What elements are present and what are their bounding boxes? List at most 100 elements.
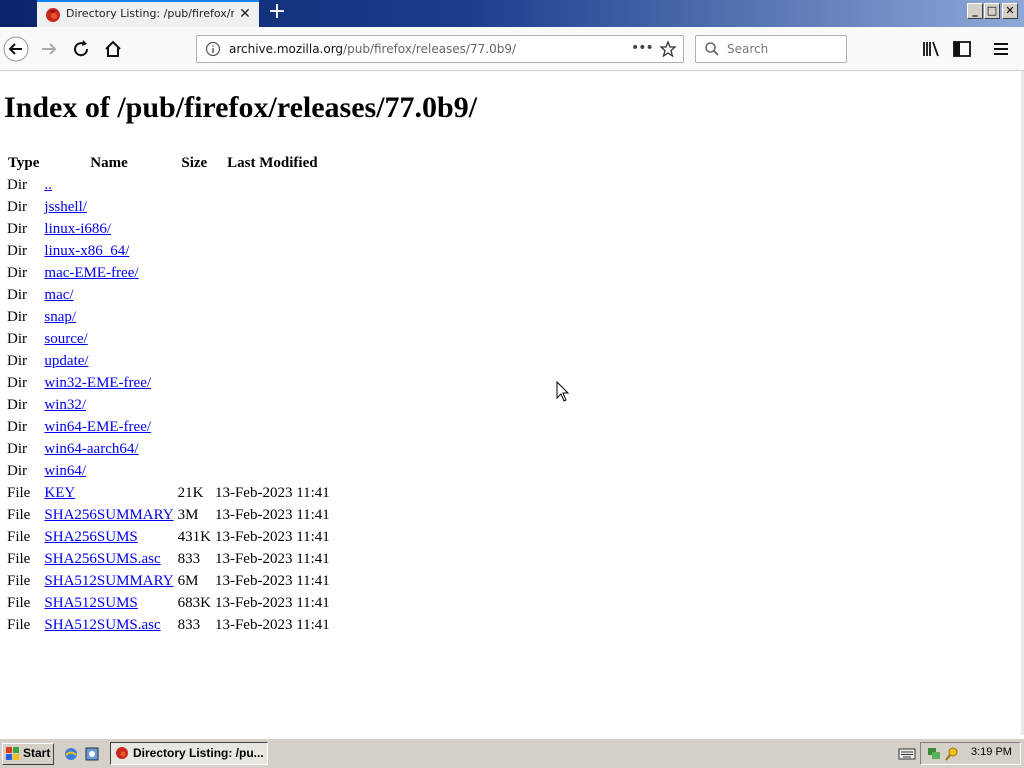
table-row: Dir linux-x86_64/ bbox=[6, 241, 331, 261]
table-row: Dir win32-EME-free/ bbox=[6, 373, 331, 393]
url-host: archive.mozilla.org bbox=[229, 42, 344, 56]
entry-link[interactable]: SHA256SUMMARY bbox=[44, 507, 173, 523]
table-row: Dir win64-EME-free/ bbox=[6, 417, 331, 437]
row-type: Dir bbox=[7, 308, 27, 325]
row-size bbox=[177, 175, 212, 195]
row-last-modified bbox=[214, 175, 331, 195]
column-header-last-modified: Last Modified bbox=[227, 154, 318, 171]
star-icon[interactable] bbox=[659, 40, 677, 58]
search-bar[interactable]: Search bbox=[695, 35, 847, 63]
row-name-cell: SHA256SUMS bbox=[43, 527, 174, 547]
row-name-cell: linux-x86_64/ bbox=[43, 241, 174, 261]
info-icon[interactable] bbox=[205, 41, 221, 57]
tab-title: Directory Listing: /pub/firefox/releases… bbox=[66, 7, 234, 20]
row-size bbox=[177, 219, 212, 239]
table-row: File SHA512SUMS 683K 13-Feb-2023 11:41 bbox=[6, 593, 331, 613]
row-type: File bbox=[7, 616, 31, 633]
table-row: File SHA256SUMS.asc 833 13-Feb-2023 11:41 bbox=[6, 549, 331, 569]
column-header-name: Name bbox=[90, 154, 128, 171]
row-size bbox=[177, 329, 212, 349]
sidebar-icon[interactable] bbox=[949, 36, 975, 62]
row-last-modified bbox=[214, 197, 331, 217]
entry-link[interactable]: win64-aarch64/ bbox=[44, 441, 138, 457]
row-last-modified: 13-Feb-2023 11:41 bbox=[214, 550, 330, 567]
entry-link[interactable]: SHA256SUMS bbox=[44, 529, 137, 545]
windows-logo-icon bbox=[6, 747, 19, 760]
page-content: Index of /pub/firefox/releases/77.0b9/ T… bbox=[0, 71, 1021, 735]
maximize-button[interactable]: □ bbox=[984, 3, 1000, 19]
forward-arrow-icon[interactable] bbox=[36, 36, 62, 62]
new-tab-button[interactable]: + bbox=[266, 1, 288, 24]
row-type: Dir bbox=[7, 176, 27, 193]
url-text[interactable]: archive.mozilla.org/pub/firefox/releases… bbox=[229, 42, 516, 56]
entry-link[interactable]: SHA512SUMMARY bbox=[44, 573, 173, 589]
entry-link[interactable]: mac-EME-free/ bbox=[44, 265, 138, 281]
table-row: Dir snap/ bbox=[6, 307, 331, 327]
row-last-modified bbox=[214, 285, 331, 305]
row-type: File bbox=[7, 594, 31, 611]
row-size bbox=[177, 285, 212, 305]
taskbar-item-firefox[interactable]: Directory Listing: /pu... bbox=[110, 742, 268, 765]
library-icon[interactable] bbox=[918, 36, 944, 62]
search-placeholder: Search bbox=[727, 42, 769, 56]
row-size bbox=[177, 461, 212, 481]
entry-link[interactable]: KEY bbox=[44, 485, 75, 501]
address-bar[interactable]: archive.mozilla.org/pub/firefox/releases… bbox=[196, 35, 684, 63]
hamburger-menu-icon[interactable] bbox=[988, 36, 1014, 62]
entry-link[interactable]: .. bbox=[44, 177, 52, 193]
row-size bbox=[177, 395, 212, 415]
close-window-button[interactable]: ✕ bbox=[1002, 3, 1018, 19]
row-name-cell: win32/ bbox=[43, 395, 174, 415]
home-icon[interactable] bbox=[100, 36, 126, 62]
row-name-cell: linux-i686/ bbox=[43, 219, 174, 239]
table-row: Dir linux-i686/ bbox=[6, 219, 331, 239]
row-name-cell: snap/ bbox=[43, 307, 174, 327]
keyboard-icon[interactable] bbox=[898, 747, 916, 761]
entry-link[interactable]: win64-EME-free/ bbox=[44, 419, 151, 435]
column-header-type: Type bbox=[8, 154, 40, 171]
internet-explorer-icon[interactable] bbox=[63, 746, 79, 762]
table-row: Dir mac/ bbox=[6, 285, 331, 305]
browser-tab[interactable]: Directory Listing: /pub/firefox/releases… bbox=[37, 0, 259, 27]
back-arrow-icon[interactable] bbox=[3, 36, 29, 62]
reload-icon[interactable] bbox=[68, 36, 94, 62]
entry-link[interactable]: source/ bbox=[44, 331, 87, 347]
row-last-modified bbox=[214, 351, 331, 371]
row-size: 683K bbox=[177, 594, 211, 611]
entry-link[interactable]: SHA256SUMS.asc bbox=[44, 551, 160, 567]
start-button[interactable]: Start bbox=[2, 743, 54, 765]
minimize-button[interactable]: _ bbox=[967, 3, 983, 19]
entry-link[interactable]: SHA512SUMS bbox=[44, 595, 137, 611]
entry-link[interactable]: linux-x86_64/ bbox=[44, 243, 129, 259]
table-row: Dir source/ bbox=[6, 329, 331, 349]
entry-link[interactable]: update/ bbox=[44, 353, 88, 369]
entry-link[interactable]: win64/ bbox=[44, 463, 86, 479]
row-name-cell: win64/ bbox=[43, 461, 174, 481]
entry-link[interactable]: jsshell/ bbox=[44, 199, 87, 215]
close-tab-icon[interactable]: ✕ bbox=[237, 5, 253, 23]
entry-link[interactable]: linux-i686/ bbox=[44, 221, 111, 237]
row-name-cell: update/ bbox=[43, 351, 174, 371]
row-type: Dir bbox=[7, 352, 27, 369]
entry-link[interactable]: mac/ bbox=[44, 287, 73, 303]
table-row: File SHA512SUMS.asc 833 13-Feb-2023 11:41 bbox=[6, 615, 331, 635]
row-type: File bbox=[7, 550, 31, 567]
row-name-cell: mac/ bbox=[43, 285, 174, 305]
entry-link[interactable]: win32/ bbox=[44, 397, 86, 413]
directory-table: Type Name Size Last Modified Dir.. Dir jss… bbox=[4, 151, 333, 637]
magnifier-icon[interactable] bbox=[945, 746, 959, 761]
entry-link[interactable]: snap/ bbox=[44, 309, 76, 325]
network-icon[interactable] bbox=[927, 746, 941, 761]
navigation-toolbar: archive.mozilla.org/pub/firefox/releases… bbox=[0, 27, 1024, 71]
row-size: 833 bbox=[177, 550, 201, 567]
table-row: File SHA256SUMS 431K 13-Feb-2023 11:41 bbox=[6, 527, 331, 547]
row-size bbox=[177, 197, 212, 217]
entry-link[interactable]: SHA512SUMS.asc bbox=[44, 617, 160, 633]
more-icon[interactable]: ••• bbox=[631, 39, 654, 59]
row-type: File bbox=[7, 506, 31, 523]
show-desktop-icon[interactable] bbox=[84, 746, 100, 762]
row-last-modified bbox=[214, 439, 331, 459]
row-type: Dir bbox=[7, 220, 27, 237]
row-last-modified: 13-Feb-2023 11:41 bbox=[214, 616, 330, 633]
entry-link[interactable]: win32-EME-free/ bbox=[44, 375, 151, 391]
